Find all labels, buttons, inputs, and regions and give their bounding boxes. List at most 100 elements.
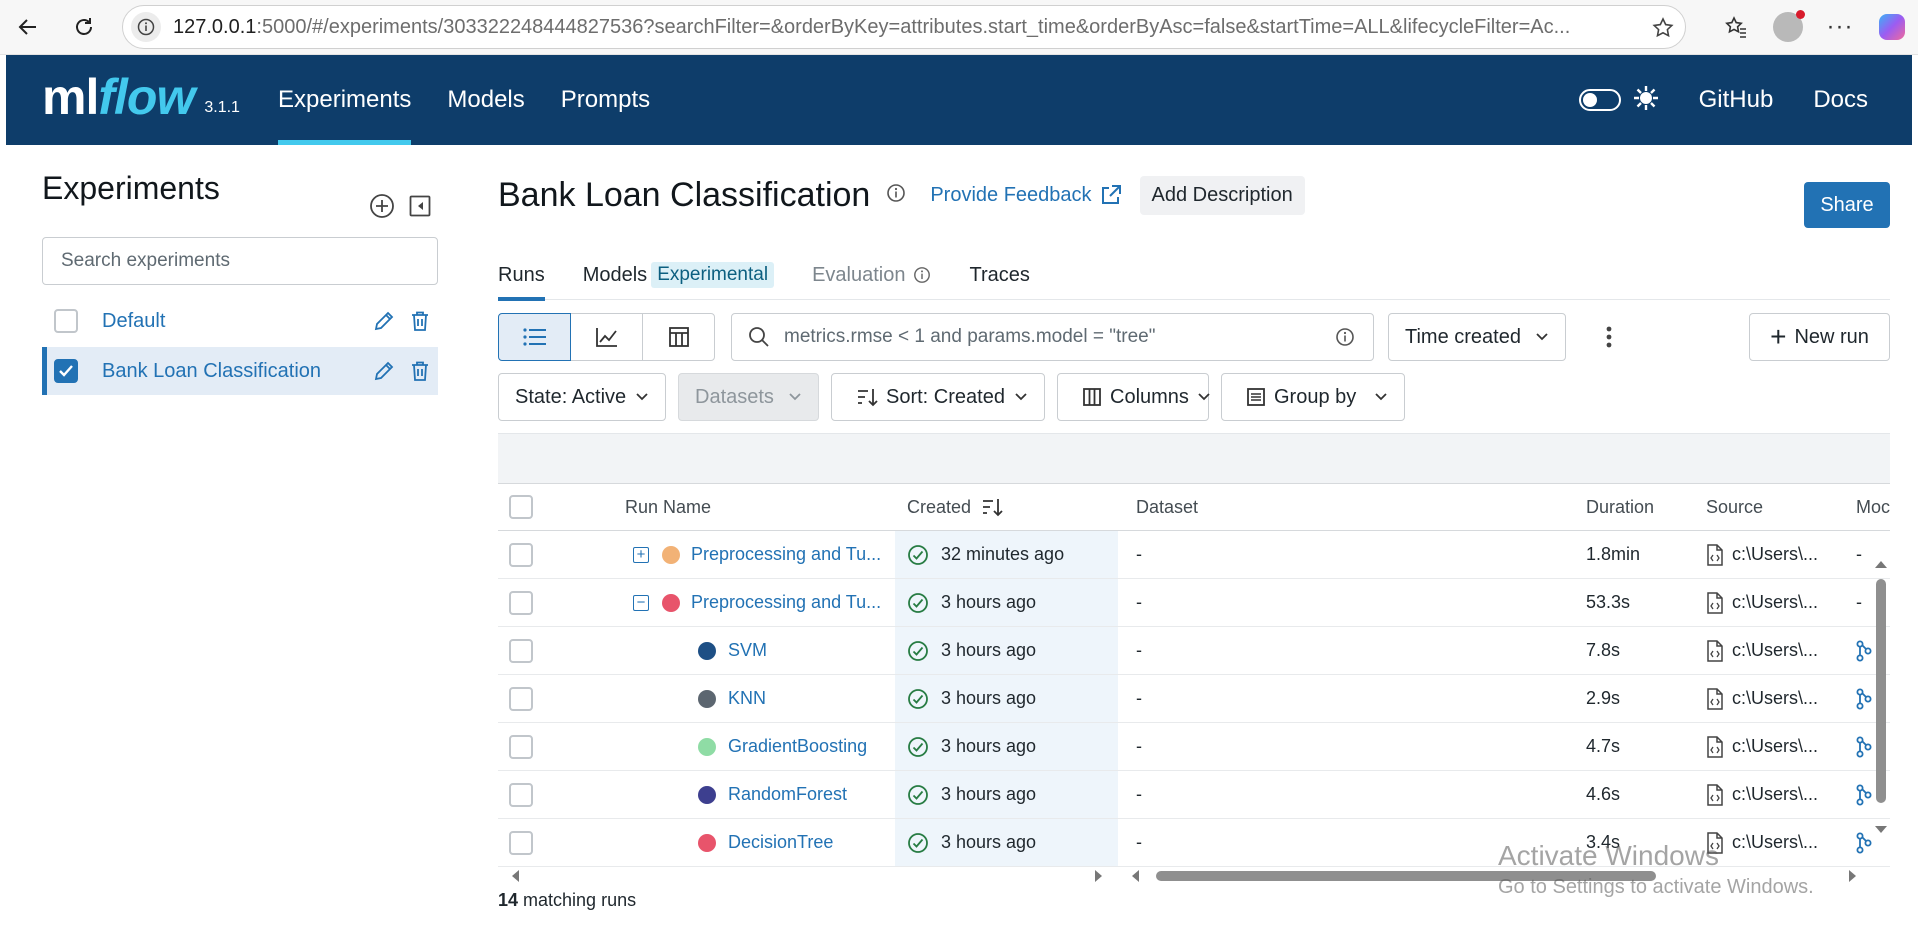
run-name-link[interactable]: DecisionTree [728, 819, 918, 866]
more-options-icon[interactable]: ··· [1814, 9, 1866, 45]
edit-pencil-icon[interactable] [366, 303, 402, 339]
run-name-link[interactable]: GradientBoosting [728, 723, 918, 770]
select-all-checkbox[interactable] [509, 495, 533, 519]
datasets-filter-dropdown[interactable]: Datasets [678, 373, 819, 421]
header-run-name[interactable]: Run Name [625, 484, 711, 530]
delete-trash-icon[interactable] [402, 353, 438, 389]
nav-models[interactable]: Models [447, 55, 524, 145]
experiment-name[interactable]: Default [102, 310, 165, 333]
header-created[interactable]: Created [895, 484, 1118, 530]
collapse-sidebar-icon[interactable] [402, 188, 438, 224]
tab-traces[interactable]: Traces [969, 258, 1029, 300]
chart-view-button[interactable] [570, 313, 643, 361]
header-source[interactable]: Source [1706, 484, 1826, 530]
tab-evaluation[interactable]: Evaluation [812, 258, 931, 300]
expand-icon[interactable]: + [633, 546, 649, 563]
experiment-checkbox-checked[interactable] [54, 359, 78, 383]
add-description-button[interactable]: Add Description [1139, 175, 1305, 215]
dark-mode-toggle[interactable] [1578, 89, 1621, 111]
row-checkbox[interactable] [509, 638, 533, 663]
table-row[interactable]: KNN 3 hours ago - 2.9s c:\Users\... [498, 675, 1890, 723]
search-info-icon[interactable] [1335, 327, 1355, 352]
nav-experiments[interactable]: Experiments [278, 55, 412, 145]
row-checkbox[interactable] [509, 734, 533, 759]
row-checkbox[interactable] [509, 686, 533, 711]
table-row[interactable]: + Preprocessing and Tu... 32 minutes ago - 1… [498, 531, 1890, 579]
search-experiments-input[interactable]: Search experiments [42, 237, 438, 285]
github-link[interactable]: GitHub [1699, 86, 1774, 114]
header-models[interactable]: Moc [1856, 484, 1890, 530]
back-icon[interactable] [10, 9, 46, 45]
table-row[interactable]: SVM 3 hours ago - 7.8s c:\Users\... [498, 627, 1890, 675]
experiment-checkbox[interactable] [54, 309, 78, 333]
logged-model-icon[interactable] [1856, 688, 1872, 710]
share-button[interactable]: Share [1804, 182, 1890, 228]
logged-model-icon[interactable] [1856, 640, 1872, 662]
create-experiment-icon[interactable] [364, 188, 400, 224]
table-row[interactable]: − Preprocessing and Tu... 3 hours ago - 53.3… [498, 579, 1890, 627]
source-path[interactable]: c:\Users\... [1732, 544, 1818, 565]
run-name-link[interactable]: RandomForest [728, 771, 918, 818]
edit-pencil-icon[interactable] [366, 353, 402, 389]
provide-feedback-link[interactable]: Provide Feedback [930, 184, 1121, 207]
favorites-icon[interactable] [1710, 9, 1762, 45]
profile-avatar-icon[interactable] [1762, 9, 1814, 45]
runs-search-input[interactable]: metrics.rmse < 1 and params.model = "tre… [731, 313, 1374, 361]
experiment-item-bank-loan[interactable]: Bank Loan Classification [42, 347, 438, 395]
row-checkbox[interactable] [509, 542, 533, 567]
reload-icon[interactable] [66, 9, 102, 45]
run-color-dot[interactable] [698, 689, 716, 708]
table-row[interactable]: GradientBoosting 3 hours ago - 4.7s c:\Users… [498, 723, 1890, 771]
site-info-icon[interactable] [131, 12, 161, 42]
run-name-link[interactable]: Preprocessing and Tu... [691, 531, 881, 578]
run-color-dot[interactable] [698, 785, 716, 804]
row-checkbox[interactable] [509, 590, 533, 615]
delete-trash-icon[interactable] [402, 303, 438, 339]
new-run-button[interactable]: + New run [1749, 313, 1890, 361]
tab-runs[interactable]: Runs [498, 258, 545, 301]
list-view-button[interactable] [498, 313, 571, 361]
logged-model-icon[interactable] [1856, 736, 1872, 758]
experiment-name[interactable]: Bank Loan Classification [102, 360, 321, 383]
header-duration[interactable]: Duration [1586, 484, 1654, 530]
run-name-link[interactable]: Preprocessing and Tu... [691, 579, 881, 626]
mlflow-logo[interactable]: ml flow 3.1.1 [42, 69, 240, 125]
group-by-dropdown[interactable]: Group by [1221, 373, 1405, 421]
row-checkbox[interactable] [509, 830, 533, 855]
favorite-star-icon[interactable] [1651, 16, 1675, 45]
source-path[interactable]: c:\Users\... [1732, 784, 1818, 805]
run-color-dot[interactable] [698, 641, 716, 660]
experiment-item-default[interactable]: Default [42, 297, 438, 345]
vertical-scroll-thumb[interactable] [1876, 579, 1886, 803]
run-color-dot[interactable] [698, 737, 716, 756]
copilot-icon[interactable] [1866, 9, 1918, 45]
run-color-dot[interactable] [662, 593, 680, 612]
source-path[interactable]: c:\Users\... [1732, 736, 1818, 757]
vertical-scrollbar[interactable] [1872, 549, 1890, 849]
collapse-icon[interactable]: − [633, 594, 649, 611]
logged-model-icon[interactable] [1856, 832, 1872, 854]
time-created-dropdown[interactable]: Time created [1388, 313, 1566, 361]
run-color-dot[interactable] [698, 833, 716, 852]
address-bar[interactable]: 127.0.0.1:5000/#/experiments/30332224844… [122, 5, 1686, 49]
columns-dropdown[interactable]: Columns [1057, 373, 1210, 421]
docs-link[interactable]: Docs [1813, 86, 1868, 114]
tab-models[interactable]: Models Experimental [583, 258, 775, 300]
row-checkbox[interactable] [509, 782, 533, 807]
run-name-link[interactable]: SVM [728, 627, 918, 674]
source-path[interactable]: c:\Users\... [1732, 640, 1818, 661]
run-color-dot[interactable] [662, 545, 680, 564]
header-dataset[interactable]: Dataset [1136, 484, 1198, 530]
sort-dropdown[interactable]: Sort: Created [831, 373, 1045, 421]
url-text[interactable]: 127.0.0.1:5000/#/experiments/30332224844… [173, 16, 1633, 39]
table-row[interactable]: RandomForest 3 hours ago - 4.6s c:\Users\... [498, 771, 1890, 819]
state-filter-dropdown[interactable]: State: Active [498, 373, 666, 421]
source-path[interactable]: c:\Users\... [1732, 688, 1818, 709]
logged-model-icon[interactable] [1856, 784, 1872, 806]
nav-prompts[interactable]: Prompts [561, 55, 650, 145]
table-view-button[interactable] [642, 313, 715, 361]
source-path[interactable]: c:\Users\... [1732, 592, 1818, 613]
info-icon[interactable] [886, 183, 906, 208]
more-actions-icon[interactable] [1594, 319, 1624, 355]
run-name-link[interactable]: KNN [728, 675, 918, 722]
